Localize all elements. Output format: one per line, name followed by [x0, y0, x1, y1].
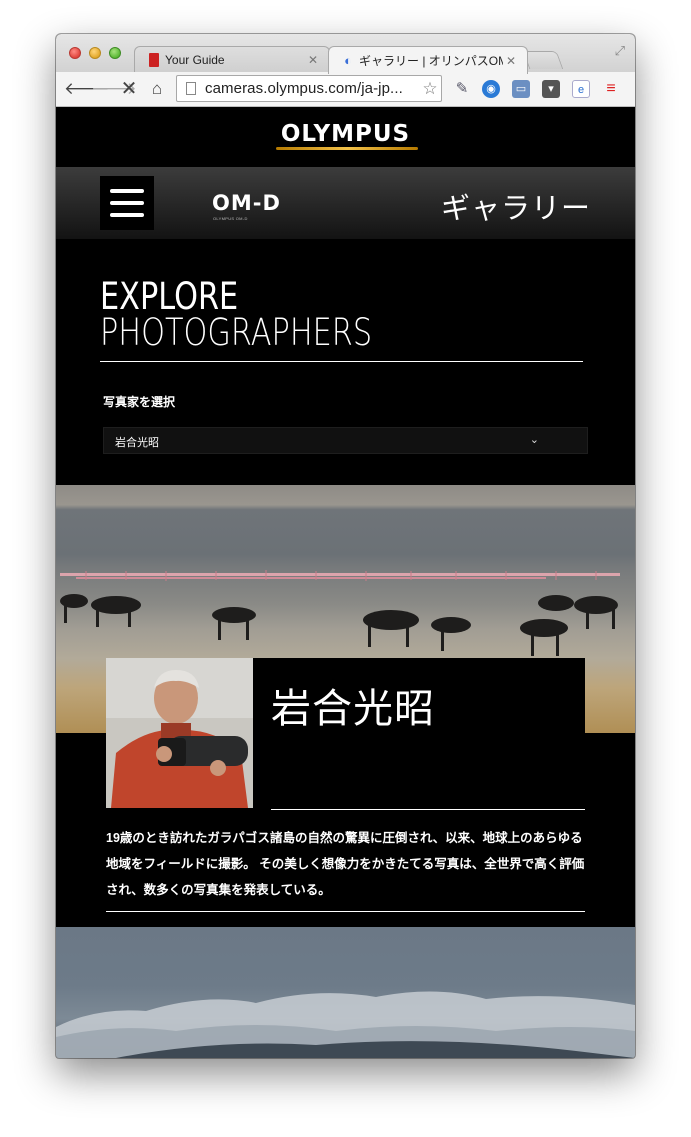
- address-bar[interactable]: cameras.olympus.com/ja-jp... ☆: [176, 75, 442, 102]
- photographer-bio: 19歳のとき訪れたガラパゴス諸島の自然の驚異に圧倒され、以来、地球上のあらゆる地…: [106, 831, 585, 897]
- hamburger-menu-icon[interactable]: [100, 176, 154, 230]
- chevron-down-icon: ⌄: [529, 434, 539, 446]
- landscape-photo-art: [56, 991, 635, 1058]
- landscape-photo: [56, 927, 635, 1058]
- nav-bar: OM-D OLYMPUS OM-D ギャラリー: [56, 167, 635, 239]
- page-title: ギャラリー: [440, 193, 591, 225]
- star-icon[interactable]: ☆: [419, 79, 441, 99]
- pocket-icon[interactable]: ▾: [542, 80, 560, 98]
- screen-capture-icon[interactable]: ▭: [512, 80, 530, 98]
- tab-your-guide[interactable]: Your Guide ✕: [134, 46, 330, 73]
- photographer-portrait: [106, 658, 253, 808]
- stop-icon[interactable]: ✕: [119, 79, 139, 99]
- tab-strip: Your Guide ✕ ◐ ギャラリー | オリンパスOM ✕ ⤢: [56, 34, 635, 74]
- url-text[interactable]: cameras.olympus.com/ja-jp...: [205, 80, 419, 97]
- extension-circle-icon[interactable]: ◉: [482, 80, 500, 98]
- bookmark-favicon-icon: [149, 53, 159, 67]
- forward-arrow-icon[interactable]: 🡒: [91, 79, 137, 99]
- brand-bar: OLYMPUS: [56, 107, 635, 167]
- divider: [100, 361, 583, 362]
- close-icon[interactable]: ✕: [305, 53, 321, 67]
- loading-spinner-icon: ◐: [344, 52, 352, 68]
- web-page: OLYMPUS OM-D OLYMPUS OM-D ギャラリー EXPLORE …: [56, 107, 635, 1058]
- photographer-name: 岩合光昭: [271, 687, 435, 731]
- divider: [106, 911, 585, 912]
- close-icon[interactable]: ✕: [503, 54, 519, 68]
- new-tab-button[interactable]: [522, 51, 564, 69]
- eyedropper-icon[interactable]: ✎: [453, 80, 471, 98]
- tab-title: Your Guide: [165, 53, 225, 67]
- select-photographer-label: 写真家を選択: [103, 395, 176, 409]
- zoom-window-button[interactable]: [109, 47, 121, 59]
- photographer-select[interactable]: 岩合光昭 ⌄: [103, 427, 588, 454]
- selected-photographer: 岩合光昭: [115, 437, 159, 449]
- olympus-logo[interactable]: OLYMPUS: [56, 121, 635, 147]
- ie-tab-icon[interactable]: e: [572, 80, 590, 98]
- tab-gallery[interactable]: ◐ ギャラリー | オリンパスOM ✕: [328, 46, 528, 74]
- portrait-art: [106, 658, 253, 808]
- fullscreen-icon[interactable]: ⤢: [615, 43, 625, 59]
- photographers-heading: PHOTOGRAPHERS: [100, 311, 373, 354]
- home-icon[interactable]: ⌂: [147, 79, 167, 99]
- browser-toolbar: 🡐 🡒 ✕ ⌂ cameras.olympus.com/ja-jp... ☆ ✎…: [56, 72, 635, 107]
- browser-window: Your Guide ✕ ◐ ギャラリー | オリンパスOM ✕ ⤢ 🡐 🡒 ✕…: [56, 34, 635, 1058]
- chrome-menu-icon[interactable]: ≡: [602, 80, 620, 98]
- explore-photographers-section: EXPLORE PHOTOGRAPHERS 写真家を選択 岩合光昭 ⌄: [56, 239, 635, 485]
- back-arrow-icon[interactable]: 🡐: [64, 79, 110, 99]
- omd-logo-caption: OLYMPUS OM-D: [213, 216, 248, 221]
- close-window-button[interactable]: [69, 47, 81, 59]
- divider: [271, 809, 585, 810]
- photographer-name-card: 岩合光昭: [253, 658, 585, 733]
- page-icon: [186, 82, 196, 95]
- tab-title: ギャラリー | オリンパスOM: [359, 54, 503, 68]
- minimize-window-button[interactable]: [89, 47, 101, 59]
- omd-logo[interactable]: OM-D: [212, 191, 281, 215]
- logo-swoosh: [276, 147, 418, 150]
